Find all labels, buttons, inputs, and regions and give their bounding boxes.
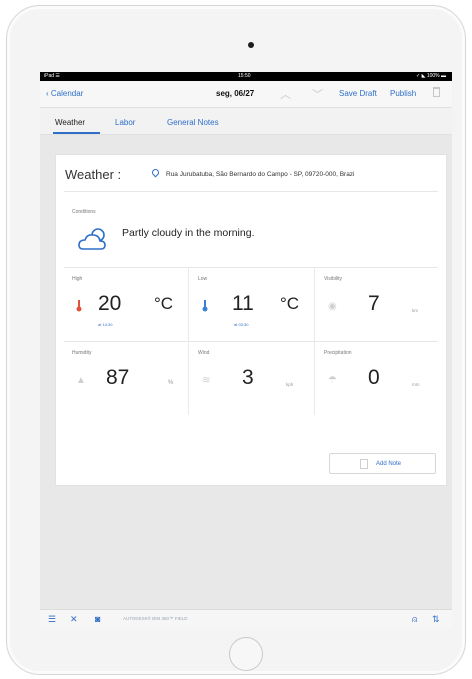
visibility-cell[interactable]: Visibility ◉ 7 km [316, 268, 440, 340]
tab-bar: Weather Labor General Notes [40, 108, 452, 135]
wind-icon: ≋ [202, 375, 211, 386]
wind-cell[interactable]: Wind ≋ 3 kph [190, 342, 314, 414]
previous-day-button[interactable]: ︿ [280, 86, 291, 102]
tab-weather[interactable]: Weather [55, 118, 85, 127]
droplet-icon: ▲ [76, 375, 86, 386]
camera-icon[interactable]: ◙ [95, 614, 100, 624]
add-note-label: Add Note [376, 461, 402, 467]
humidity-label: Humidity [72, 350, 92, 356]
divider [64, 191, 438, 192]
add-note-button[interactable]: Add Note [329, 453, 436, 474]
tab-labor[interactable]: Labor [115, 118, 135, 127]
low-temp-cell[interactable]: Low 11 °C at 03:30 [190, 268, 314, 340]
back-button[interactable]: ‹ Calendar [46, 89, 83, 98]
humidity-cell[interactable]: Humidity ▲ 87 % [64, 342, 188, 414]
visibility-value: 7 [368, 292, 380, 315]
visibility-label: Visibility [324, 276, 342, 282]
column-divider [188, 267, 189, 415]
low-value: 11 [232, 292, 254, 315]
bottom-toolbar: ☰ ✕ ◙ AUTODESK® BIM 360™ FIELD ⍝ ⇅ [40, 609, 452, 628]
low-label: Low [198, 276, 208, 282]
high-time: at 14:30 [98, 322, 113, 327]
precipitation-label: Precipitation [324, 350, 352, 356]
precipitation-unit: mm [412, 382, 420, 387]
tab-general-notes[interactable]: General Notes [167, 118, 219, 127]
thermometer-high-icon [76, 300, 82, 312]
note-icon [360, 459, 368, 469]
wind-unit: kph [286, 382, 294, 387]
thermometer-low-icon [202, 300, 208, 312]
user-icon[interactable]: ⍝ [412, 614, 417, 625]
menu-icon[interactable]: ☰ [48, 614, 56, 625]
sync-icon[interactable]: ⇅ [432, 614, 440, 625]
eye-icon: ◉ [328, 301, 337, 312]
conditions-label: Conditions [72, 209, 96, 215]
high-label: High [72, 276, 83, 282]
low-unit: °C [280, 294, 300, 313]
umbrella-icon: ☂ [328, 375, 337, 386]
partly-cloudy-icon [78, 228, 106, 250]
status-bar: iPad ☰ 15:50 ✓ ◣ 100% ▬ [40, 72, 452, 81]
low-time: at 03:30 [234, 322, 249, 327]
high-unit: °C [154, 294, 174, 313]
weather-card: Weather : Rua Jurubatuba, São Bernardo d… [55, 154, 447, 486]
app-screen: iPad ☰ 15:50 ✓ ◣ 100% ▬ ‹ Calendar seg, … [40, 72, 452, 628]
trash-icon[interactable] [433, 87, 440, 97]
chevron-left-icon: ‹ [46, 89, 49, 98]
tools-icon[interactable]: ✕ [70, 614, 78, 625]
status-time: 15:50 [238, 73, 251, 79]
wind-label: Wind [198, 350, 210, 356]
back-label: Calendar [50, 89, 84, 98]
home-button[interactable] [229, 637, 263, 671]
weather-title: Weather : [65, 167, 122, 182]
humidity-value: 87 [106, 366, 130, 389]
front-camera [248, 42, 254, 48]
next-day-button[interactable]: ﹀ [312, 86, 323, 102]
site-address[interactable]: Rua Jurubatuba, São Bernardo do Campo - … [166, 171, 355, 178]
conditions-text[interactable]: Partly cloudy in the morning. [122, 227, 254, 239]
visibility-unit: km [412, 308, 418, 313]
high-temp-cell[interactable]: High 20 °C at 14:30 [64, 268, 188, 340]
precipitation-value: 0 [368, 366, 380, 389]
tablet-frame: iPad ☰ 15:50 ✓ ◣ 100% ▬ ‹ Calendar seg, … [6, 5, 466, 675]
active-tab-indicator [53, 132, 100, 134]
status-carrier: iPad ☰ [44, 73, 60, 79]
publish-button[interactable]: Publish [390, 89, 416, 98]
save-draft-button[interactable]: Save Draft [339, 89, 377, 98]
report-date: seg, 06/27 [216, 89, 255, 98]
location-pin-icon [150, 167, 161, 178]
column-divider [314, 267, 315, 415]
precipitation-cell[interactable]: Precipitation ☂ 0 mm [316, 342, 440, 414]
wind-value: 3 [242, 366, 254, 389]
status-battery: ✓ ◣ 100% ▬ [416, 73, 446, 79]
nav-bar: ‹ Calendar seg, 06/27 ︿ ﹀ Save Draft Pub… [40, 81, 452, 108]
brand-label: AUTODESK® BIM 360™ FIELD [123, 616, 188, 621]
high-value: 20 [98, 292, 122, 315]
humidity-unit: % [168, 380, 174, 386]
